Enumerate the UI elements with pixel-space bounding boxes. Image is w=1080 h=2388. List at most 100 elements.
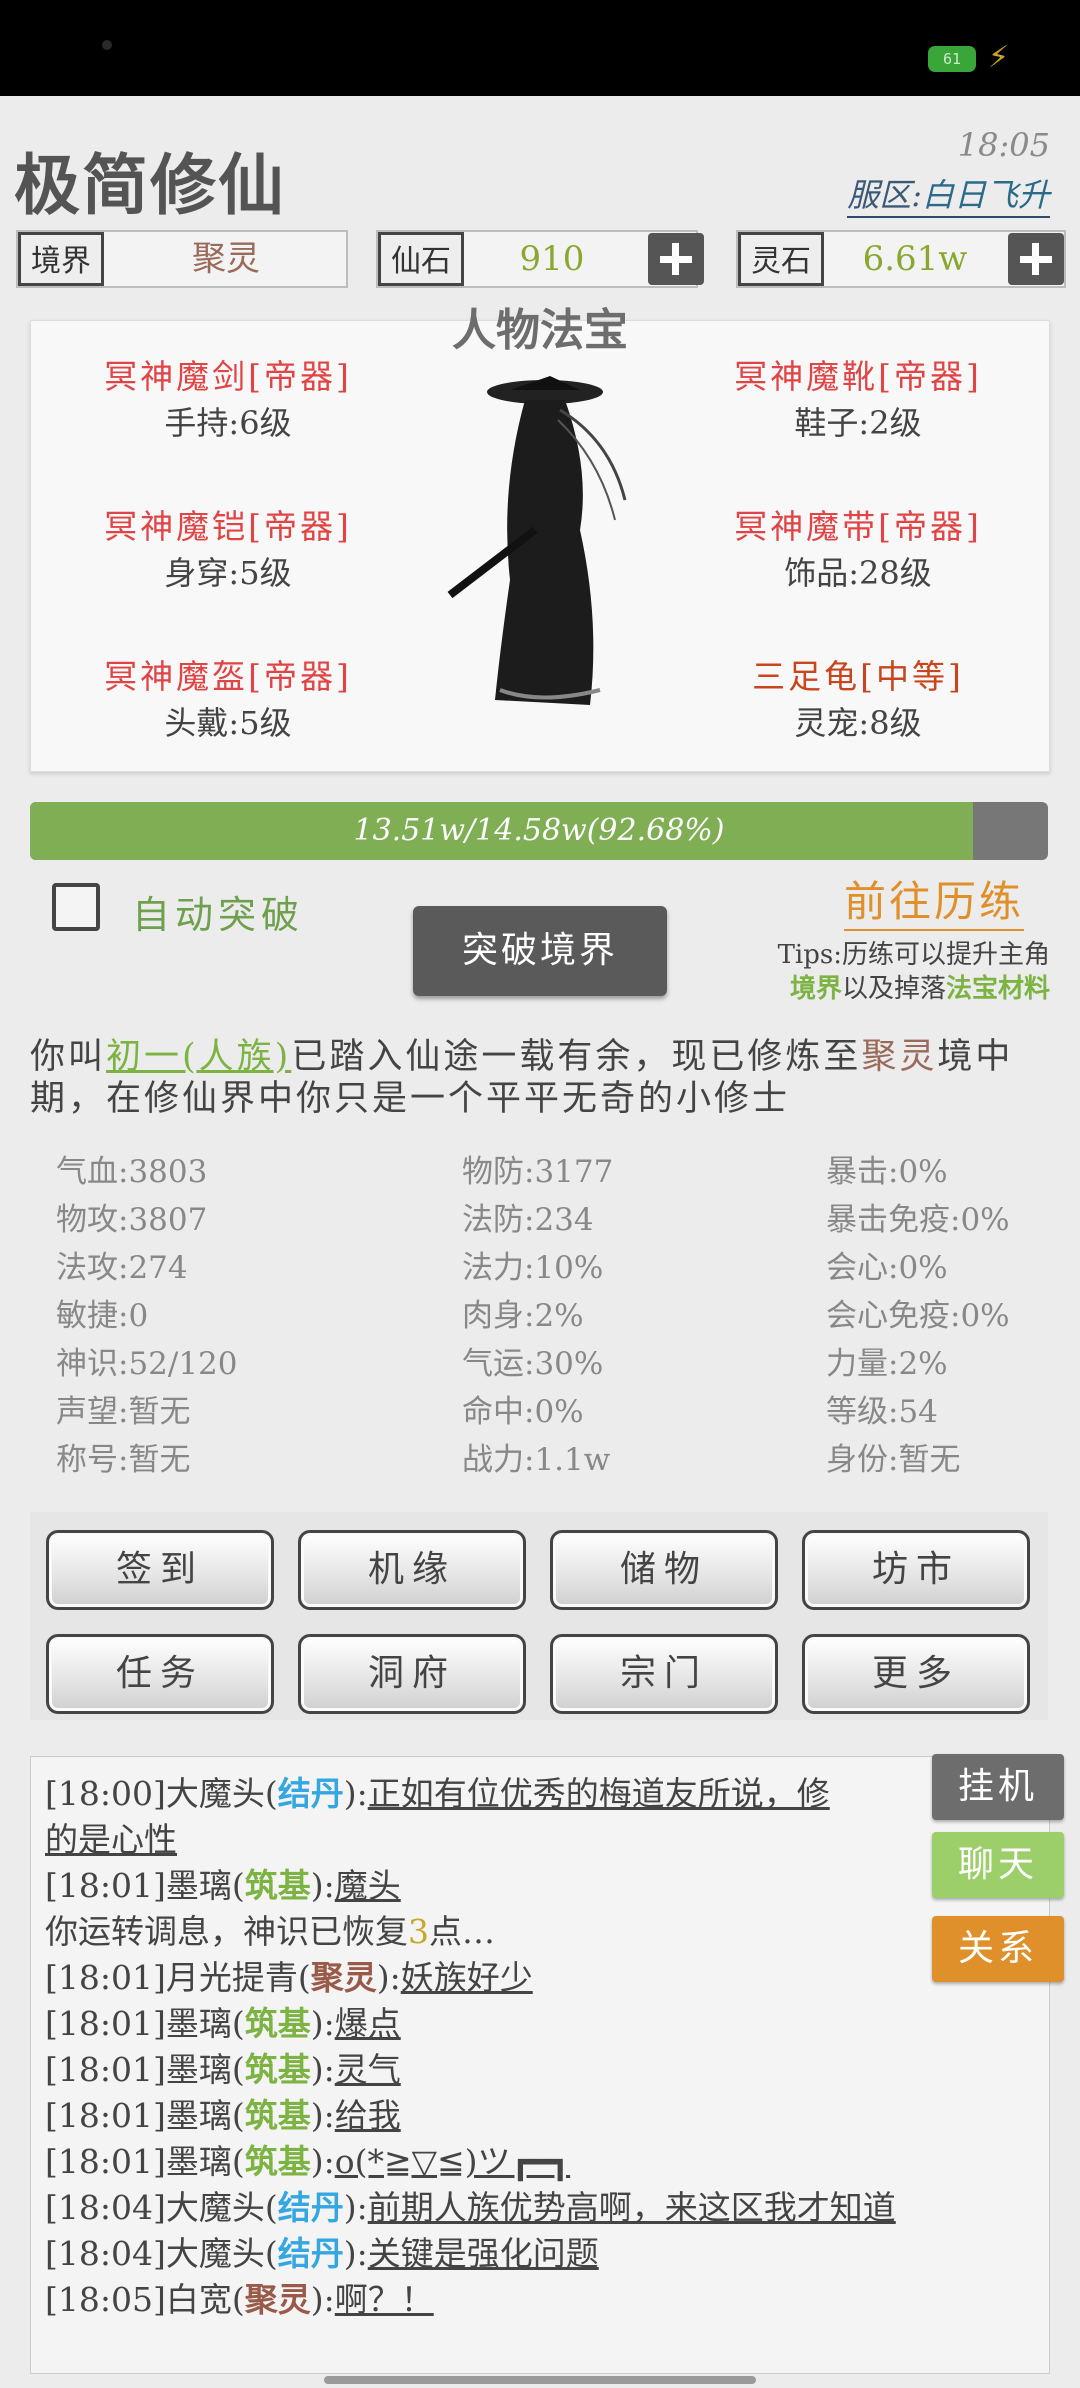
equip-belt-name[interactable]: 冥神魔带[帝器] <box>648 500 1068 548</box>
market-button[interactable]: 坊市 <box>802 1530 1030 1610</box>
equip-pet-name[interactable]: 三足龟[中等] <box>648 650 1068 698</box>
stat-magic-atk: 法攻:274 <box>56 1250 188 1286</box>
chat-realm: 聚灵 <box>244 2280 311 2319</box>
stat-agility: 敏捷:0 <box>56 1298 149 1334</box>
chat-time: [18:00] <box>45 1774 166 1813</box>
storage-button[interactable]: 储物 <box>550 1530 778 1610</box>
chat-user[interactable]: 墨璃 <box>166 2050 232 2089</box>
breakthrough-button[interactable]: 突破境界 <box>413 906 667 996</box>
chat-user[interactable]: 大魔头 <box>166 2188 265 2227</box>
stats-col-1: 气血:3803 物攻:3807 法攻:274 敏捷:0 神识:52/120 声望… <box>56 1148 238 1484</box>
realm-value: 聚灵 <box>192 239 260 279</box>
cultivation-progress-bar: 13.51w/14.58w(92.68%) <box>30 802 1048 860</box>
xianshi-value: 910 <box>519 239 585 279</box>
equip-armor-slot: 身穿:5级 <box>164 554 292 592</box>
chat-text: 关键是强化问题 <box>367 2234 599 2273</box>
more-button[interactable]: 更多 <box>802 1634 1030 1714</box>
chat-text: 妖族好少 <box>400 1958 533 1997</box>
chat-message: [18:01]墨璃(筑基):爆点 <box>45 2004 401 2043</box>
system-message: 你运转调息，神识已恢复3点… <box>45 1909 495 1955</box>
equip-weapon-slot: 手持:6级 <box>164 404 292 442</box>
chat-time: [18:01] <box>45 2050 166 2089</box>
character-figure <box>447 376 627 705</box>
stat-identity: 身份:暂无 <box>826 1442 961 1478</box>
add-xianshi-button[interactable] <box>648 233 704 285</box>
chat-user[interactable]: 月光提青 <box>166 1958 298 1997</box>
tips-line2: 境界以及掉落法宝材料 <box>778 972 1050 1006</box>
equip-helmet-slot: 头戴:5级 <box>164 704 292 742</box>
chat-user[interactable]: 大魔头 <box>166 2234 265 2273</box>
tips-highlight-realm: 境界 <box>789 974 842 1004</box>
chat-message: [18:01]墨璃(筑基):魔头 <box>45 1866 401 1905</box>
stat-accuracy: 命中:0% <box>462 1394 584 1430</box>
chat-text: o(*≧▽≦)ツ┏━┓ <box>334 2142 571 2181</box>
relations-button[interactable]: 关系 <box>932 1916 1064 1982</box>
charging-icon: ⚡ <box>988 40 1010 75</box>
progress-text: 13.51w/14.58w(92.68%) <box>353 813 725 848</box>
chat-user[interactable]: 白宽 <box>166 2280 232 2319</box>
chat-message-cont: 的是心性 <box>45 1817 177 1863</box>
auto-breakthrough-checkbox[interactable] <box>52 883 100 931</box>
intro-realm: 聚灵 <box>861 1037 938 1077</box>
signin-button[interactable]: 签到 <box>46 1530 274 1610</box>
equip-pet-slot: 灵宠:8级 <box>794 704 922 742</box>
opportunity-button[interactable]: 机缘 <box>298 1530 526 1610</box>
chat-time: [18:01] <box>45 2096 166 2135</box>
stat-power: 战力:1.1w <box>462 1442 611 1478</box>
equip-weapon-name[interactable]: 冥神魔剑[帝器] <box>18 350 438 398</box>
app-title: 极简修仙 <box>14 147 286 224</box>
stat-critical-immune: 会心免疫:0% <box>826 1298 1010 1334</box>
chat-text: 灵气 <box>334 2050 401 2089</box>
chat-message: [18:01]墨璃(筑基):灵气 <box>45 2050 401 2089</box>
chat-time: [18:04] <box>45 2234 166 2273</box>
stat-crit-immune: 暴击免疫:0% <box>826 1202 1010 1238</box>
clock: 18:05 <box>957 126 1050 164</box>
chat-user[interactable]: 墨璃 <box>166 2096 232 2135</box>
stat-body: 肉身:2% <box>462 1298 584 1334</box>
cave-button[interactable]: 洞府 <box>298 1634 526 1714</box>
stat-hp: 气血:3803 <box>56 1154 208 1190</box>
idle-button[interactable]: 挂机 <box>932 1754 1064 1820</box>
stat-mana: 法力:10% <box>462 1250 604 1286</box>
chat-user[interactable]: 墨璃 <box>166 2004 232 2043</box>
intro-text-1: 你叫 <box>30 1037 107 1077</box>
home-indicator[interactable] <box>324 2376 756 2384</box>
stats-col-2: 物防:3177 法防:234 法力:10% 肉身:2% 气运:30% 命中:0%… <box>462 1148 613 1484</box>
equip-boots-slot: 鞋子:2级 <box>794 404 922 442</box>
stat-title: 称号:暂无 <box>56 1442 191 1478</box>
chat-user[interactable]: 墨璃 <box>166 2142 232 2181</box>
equip-helmet-name[interactable]: 冥神魔盔[帝器] <box>18 650 438 698</box>
chat-time: [18:01] <box>45 1866 166 1905</box>
stats-col-3: 暴击:0% 暴击免疫:0% 会心:0% 会心免疫:0% 力量:2% 等级:54 … <box>826 1148 1010 1484</box>
add-lingshi-button[interactable] <box>1008 233 1064 285</box>
chat-realm: 筑基 <box>244 2096 311 2135</box>
server-selector[interactable]: 服区:白日飞升 <box>847 170 1050 218</box>
chat-message: [18:04]大魔头(结丹):前期人族优势高啊，来这区我才知道 <box>45 2188 896 2227</box>
chat-panel[interactable]: [18:00]大魔头(结丹):正如有位优秀的梅道友所说，修 的是心性 [18:0… <box>30 1756 1050 2374</box>
character-name-link[interactable]: 初一(人族) <box>106 1037 291 1077</box>
chat-user[interactable]: 大魔头 <box>166 1774 265 1813</box>
camera-cutout <box>102 40 112 50</box>
tips-highlight-material: 法宝材料 <box>945 974 1050 1004</box>
sect-button[interactable]: 宗门 <box>550 1634 778 1714</box>
chat-text: 的是心性 <box>45 1820 177 1859</box>
equip-boots-name[interactable]: 冥神魔靴[帝器] <box>648 350 1068 398</box>
stat-level: 等级:54 <box>826 1394 938 1430</box>
chat-time: [18:05] <box>45 2280 166 2319</box>
stat-strength: 力量:2% <box>826 1346 948 1382</box>
equip-armor-name[interactable]: 冥神魔铠[帝器] <box>18 500 438 548</box>
lingshi-value: 6.61w <box>862 239 968 279</box>
auto-breakthrough-label[interactable]: 自动突破 <box>132 884 304 939</box>
character-intro: 你叫初一(人族)已踏入仙途一载有余，现已修炼至聚灵境中期，在修仙界中你只是一个平… <box>30 1036 1060 1120</box>
quest-button[interactable]: 任务 <box>46 1634 274 1714</box>
chat-realm: 聚灵 <box>310 1958 377 1997</box>
chat-realm: 结丹 <box>277 1774 344 1813</box>
chat-message: [18:01]墨璃(筑基):o(*≧▽≦)ツ┏━┓ <box>45 2142 571 2181</box>
stat-crit: 暴击:0% <box>826 1154 948 1190</box>
chat-button[interactable]: 聊天 <box>932 1832 1064 1898</box>
chat-user[interactable]: 墨璃 <box>166 1866 232 1905</box>
stat-spirit: 神识:52/120 <box>56 1346 238 1382</box>
go-train-link[interactable]: 前往历练 <box>843 868 1024 931</box>
chat-text: 给我 <box>334 2096 401 2135</box>
equipment-title: 人物法宝 <box>452 305 628 356</box>
